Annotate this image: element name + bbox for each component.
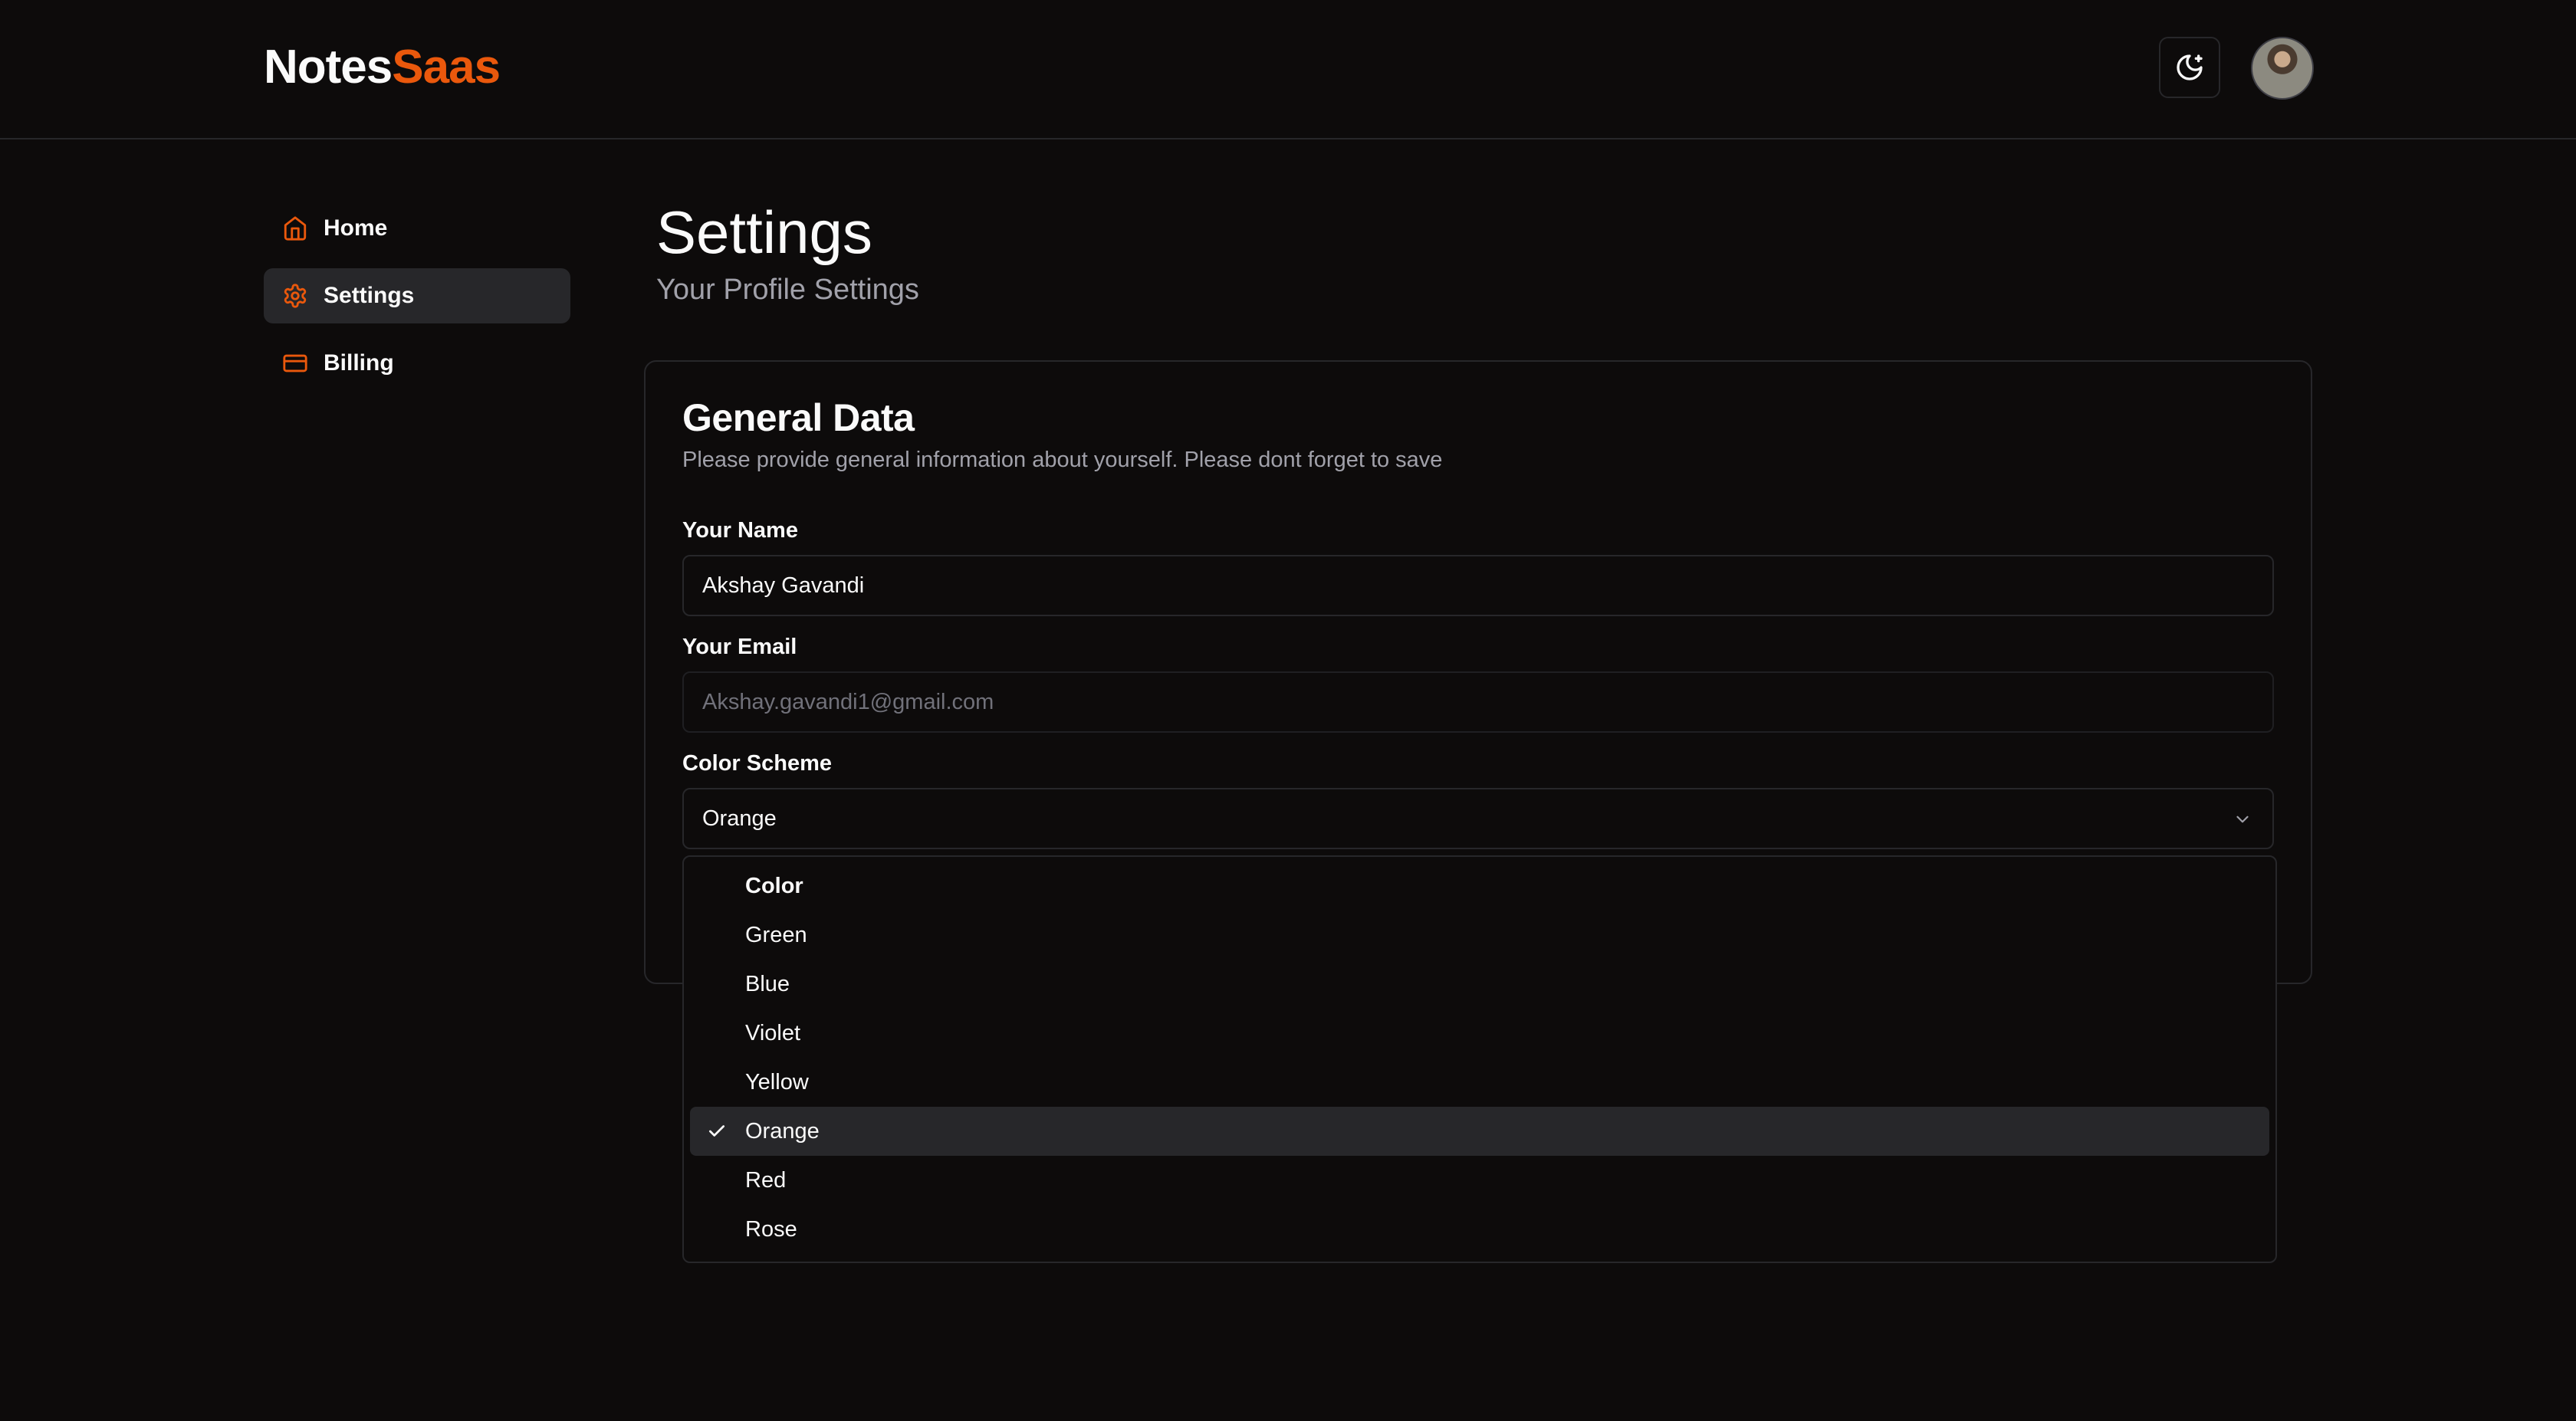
credit-card-icon	[283, 354, 307, 372]
sidebar-item-settings[interactable]: Settings	[264, 268, 570, 323]
color-scheme-value: Orange	[702, 806, 777, 831]
brand-name-primary: Notes	[264, 41, 393, 94]
color-scheme-dropdown: Color Green Blue Violet Yellow Orange Re…	[682, 855, 2277, 1263]
option-rose[interactable]: Rose	[690, 1205, 2269, 1254]
moon-stars-icon	[2177, 54, 2203, 80]
option-label: Blue	[745, 971, 790, 996]
sidebar-item-label: Billing	[324, 350, 394, 376]
sidebar-item-label: Home	[324, 215, 388, 241]
color-scheme-select[interactable]: Orange	[682, 788, 2274, 849]
option-violet[interactable]: Violet	[690, 1009, 2269, 1058]
page-title: Settings	[656, 199, 872, 266]
brand-logo[interactable]: NotesSaas	[264, 38, 501, 97]
sidebar-nav: Home Settings Billing	[264, 201, 570, 403]
theme-toggle-button[interactable]	[2159, 37, 2220, 98]
color-scheme-label: Color Scheme	[682, 751, 832, 776]
option-label: Orange	[745, 1118, 820, 1144]
email-input[interactable]: Akshay.gavandi1@gmail.com	[682, 671, 2274, 733]
name-input[interactable]: Akshay Gavandi	[682, 555, 2274, 616]
brand-name-accent: Saas	[392, 41, 501, 94]
option-blue[interactable]: Blue	[690, 960, 2269, 1009]
name-label: Your Name	[682, 518, 798, 543]
option-green[interactable]: Green	[690, 911, 2269, 960]
top-bar: NotesSaas	[0, 0, 2576, 139]
option-label: Red	[745, 1167, 787, 1193]
sidebar-item-label: Settings	[324, 283, 415, 308]
gear-icon	[284, 284, 307, 308]
card-description: Please provide general information about…	[682, 448, 1443, 472]
check-icon	[708, 1125, 725, 1137]
option-red[interactable]: Red	[690, 1156, 2269, 1205]
email-label: Your Email	[682, 635, 797, 659]
option-yellow[interactable]: Yellow	[690, 1058, 2269, 1107]
option-label: Rose	[745, 1216, 797, 1242]
chevron-down-icon	[2236, 816, 2249, 823]
card-title: General Data	[682, 396, 915, 439]
page-subtitle: Your Profile Settings	[656, 274, 919, 306]
dropdown-group-label: Color	[745, 873, 803, 898]
option-label: Yellow	[745, 1069, 809, 1094]
option-orange[interactable]: Orange	[690, 1107, 2269, 1156]
sidebar-item-home[interactable]: Home	[264, 201, 570, 256]
option-label: Violet	[745, 1020, 801, 1045]
user-avatar[interactable]	[2251, 37, 2314, 100]
home-icon	[284, 216, 307, 241]
option-label: Green	[745, 922, 807, 947]
sidebar-item-billing[interactable]: Billing	[264, 336, 570, 391]
